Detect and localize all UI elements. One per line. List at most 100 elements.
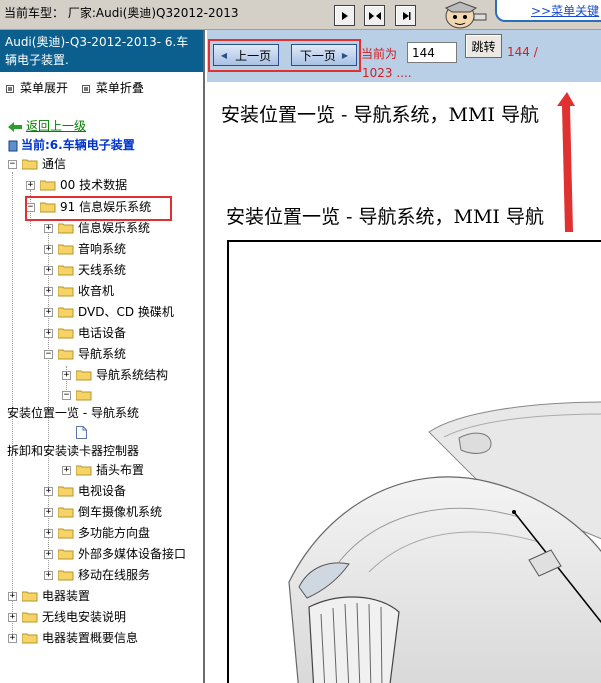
step-icon <box>402 11 410 20</box>
current-car-info: 当前车型： 厂家:Audi(奥迪)Q32012-2013 <box>4 4 239 21</box>
expand-toggle-icon[interactable]: + <box>44 329 53 338</box>
tree-item-label: 电器装置 <box>42 589 91 603</box>
menu-ops-row: 菜单展开 菜单折叠 <box>6 79 144 96</box>
tree-item-rear-camera[interactable]: + 倒车摄像机系统 <box>44 502 162 522</box>
current-location: 当前:6.车辆电子装置 <box>8 136 135 153</box>
tree-item-tv[interactable]: + 电视设备 <box>44 481 126 501</box>
expand-toggle-icon[interactable]: + <box>44 508 53 517</box>
arrow-right-icon: ▶ <box>341 50 349 60</box>
folder-icon <box>58 528 74 538</box>
tree-item-label: 电视设备 <box>78 484 127 498</box>
annotation-arrow-icon <box>557 92 575 232</box>
folder-icon <box>58 286 74 296</box>
tree-item-label: 音响系统 <box>78 242 127 256</box>
tree-item-dvd-cd[interactable]: + DVD、CD 换碟机 <box>44 302 174 322</box>
expand-toggle-icon[interactable]: + <box>8 634 17 643</box>
back-arrow-icon <box>8 121 22 132</box>
tree-item-label: 外部多媒体设备接口 <box>78 547 187 561</box>
collapse-toggle-icon[interactable]: − <box>8 160 17 169</box>
folder-icon <box>22 591 38 601</box>
expand-toggle-icon[interactable]: + <box>44 487 53 496</box>
toolbar-fit-button[interactable] <box>364 5 385 26</box>
tree-item-document[interactable] <box>76 422 87 442</box>
next-page-button[interactable]: 下一页 ▶ <box>291 44 357 66</box>
tree-item-label: 安装位置一览 - 导航系统 <box>7 406 139 420</box>
tree-item-label: 导航系统结构 <box>96 368 169 382</box>
folder-icon <box>40 180 56 190</box>
tree-item-nav-structure[interactable]: + 导航系统结构 <box>62 365 168 385</box>
annotation-highlight-box <box>25 196 172 221</box>
folder-icon <box>58 507 74 517</box>
expand-toggle-icon[interactable]: + <box>62 371 71 380</box>
tree-item-online-services[interactable]: + 移动在线服务 <box>44 565 150 585</box>
prev-page-button[interactable]: ◀ 上一页 <box>213 44 279 66</box>
menu-expand-link[interactable]: 菜单展开 <box>20 81 68 95</box>
sidebar-tree-panel: Audi(奥迪)-Q3-2012-2013- 6.车辆电子装置. 菜单展开 菜单… <box>0 30 205 683</box>
tree-item-label: 插头布置 <box>96 463 145 477</box>
tree-item-connector-layout[interactable]: + 插头布置 <box>62 460 144 480</box>
tree-item-mf-steering[interactable]: + 多功能方向盘 <box>44 523 150 543</box>
folder-icon <box>58 244 74 254</box>
tree-item-install-overview[interactable]: 安装位置一览 - 导航系统 <box>7 403 139 423</box>
expand-toggle-icon[interactable]: + <box>8 592 17 601</box>
folder-icon <box>76 465 92 475</box>
tree-item-tech-data[interactable]: + 00 技术数据 <box>26 175 127 195</box>
expand-toggle-icon[interactable]: + <box>26 181 35 190</box>
menu-keyword-search-link[interactable]: >>菜单关键 <box>495 0 601 22</box>
tree-item-label: DVD、CD 换碟机 <box>78 305 174 319</box>
expand-toggle-icon[interactable]: + <box>8 613 17 622</box>
folder-icon <box>58 549 74 559</box>
folder-icon <box>58 486 74 496</box>
collapse-toggle-icon[interactable]: − <box>44 350 53 359</box>
expand-toggle-icon[interactable]: + <box>44 571 53 580</box>
tree-item-electrical[interactable]: + 电器装置 <box>8 586 90 606</box>
figure-title: 安装位置一览 - 导航系统，MMI 导航 <box>226 206 544 228</box>
folder-open-icon <box>58 349 74 359</box>
expand-toggle-icon[interactable]: + <box>44 529 53 538</box>
arrow-left-icon: ◀ <box>220 50 228 60</box>
folder-icon <box>58 223 74 233</box>
next-label: 下一页 <box>299 48 336 63</box>
tree-item-communication[interactable]: − 通信 <box>8 154 66 174</box>
expand-toggle-icon[interactable]: + <box>44 308 53 317</box>
expand-toggle-icon[interactable]: + <box>44 550 53 559</box>
car-diagram-figure <box>227 240 601 683</box>
current-page-label: 当前为 <box>361 47 398 61</box>
page-nav-bar: ◀ 上一页 下一页 ▶ 当前为 跳转 144 / 1023 .... <box>207 30 601 82</box>
back-link[interactable]: 返回上一级 <box>8 117 86 134</box>
tree-item-radio-install[interactable]: + 无线电安装说明 <box>8 607 126 627</box>
tree-item-label: 无线电安装说明 <box>42 610 127 624</box>
page-number-input[interactable] <box>407 42 457 63</box>
tree-item-label: 拆卸和安装读卡器控制器 <box>7 444 140 458</box>
toolbar-step-button[interactable] <box>395 5 416 26</box>
expand-toggle-icon[interactable]: + <box>44 287 53 296</box>
toolbar-play-button[interactable] <box>334 5 355 26</box>
expand-toggle-icon[interactable]: + <box>44 224 53 233</box>
square-bullet-icon <box>6 84 14 93</box>
tree-item-folder-unnamed[interactable]: − <box>62 385 96 405</box>
expand-toggle-icon[interactable]: + <box>44 245 53 254</box>
tree-item-card-reader[interactable]: 拆卸和安装读卡器控制器 <box>7 441 139 461</box>
tree-item-phone[interactable]: + 电话设备 <box>44 323 126 343</box>
tree-item-label: 00 技术数据 <box>60 178 128 192</box>
tree-item-antenna[interactable]: + 天线系统 <box>44 260 126 280</box>
collapse-toggle-icon[interactable]: − <box>62 391 71 400</box>
tree-item-media-interface[interactable]: + 外部多媒体设备接口 <box>44 544 186 564</box>
tree-item-radio[interactable]: + 收音机 <box>44 281 114 301</box>
expand-toggle-icon[interactable]: + <box>62 466 71 475</box>
tree-item-label: 电器装置概要信息 <box>42 631 139 645</box>
folder-icon <box>58 570 74 580</box>
expand-toggle-icon[interactable]: + <box>44 266 53 275</box>
mascot-logo-icon <box>444 1 487 29</box>
car-illustration-icon <box>288 401 601 683</box>
tree-item-electrical-overview[interactable]: + 电器装置概要信息 <box>8 628 138 648</box>
tree-item-navigation[interactable]: − 导航系统 <box>44 344 126 364</box>
tree-item-audio[interactable]: + 音响系统 <box>44 239 126 259</box>
page-total-label: 144 / <box>507 45 538 59</box>
tree-item-label: 多功能方向盘 <box>78 526 151 540</box>
car-label: 当前车型： <box>4 6 65 20</box>
folder-icon <box>58 307 74 317</box>
tree-item-infotainment-system[interactable]: + 信息娱乐系统 <box>44 218 150 238</box>
menu-collapse-link[interactable]: 菜单折叠 <box>96 81 144 95</box>
jump-button[interactable]: 跳转 <box>465 34 502 58</box>
